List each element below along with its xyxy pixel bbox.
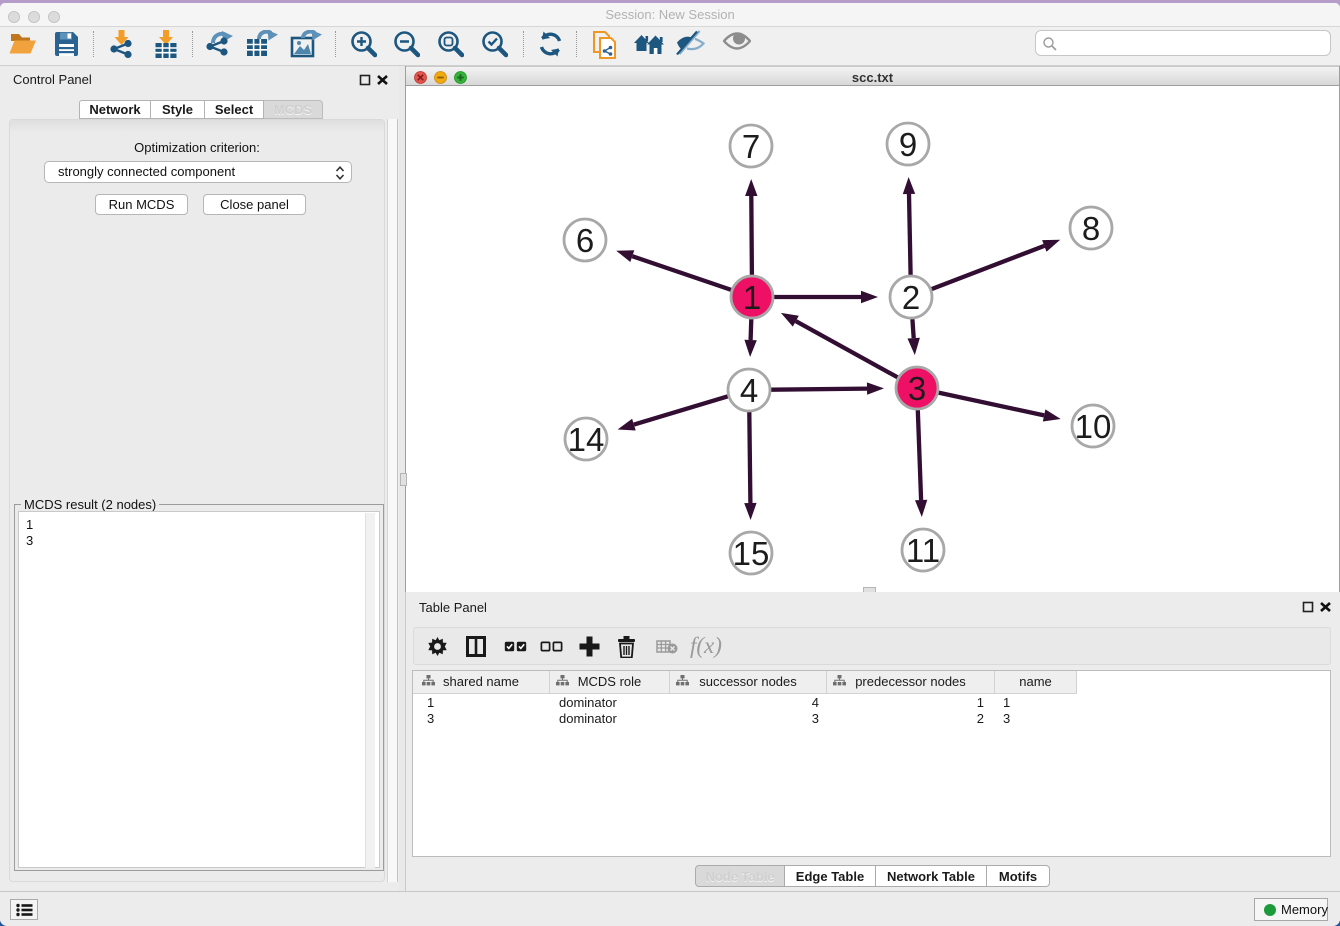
svg-text:3: 3 xyxy=(908,370,926,407)
svg-text:6: 6 xyxy=(576,222,594,259)
svg-text:1: 1 xyxy=(743,279,761,316)
svg-text:4: 4 xyxy=(740,372,758,409)
svg-text:7: 7 xyxy=(742,128,760,165)
svg-text:15: 15 xyxy=(733,535,770,572)
svg-text:9: 9 xyxy=(899,126,917,163)
svg-text:8: 8 xyxy=(1082,210,1100,247)
svg-text:14: 14 xyxy=(568,421,605,458)
svg-text:11: 11 xyxy=(906,532,940,569)
svg-text:10: 10 xyxy=(1075,408,1112,445)
svg-text:2: 2 xyxy=(902,279,920,316)
